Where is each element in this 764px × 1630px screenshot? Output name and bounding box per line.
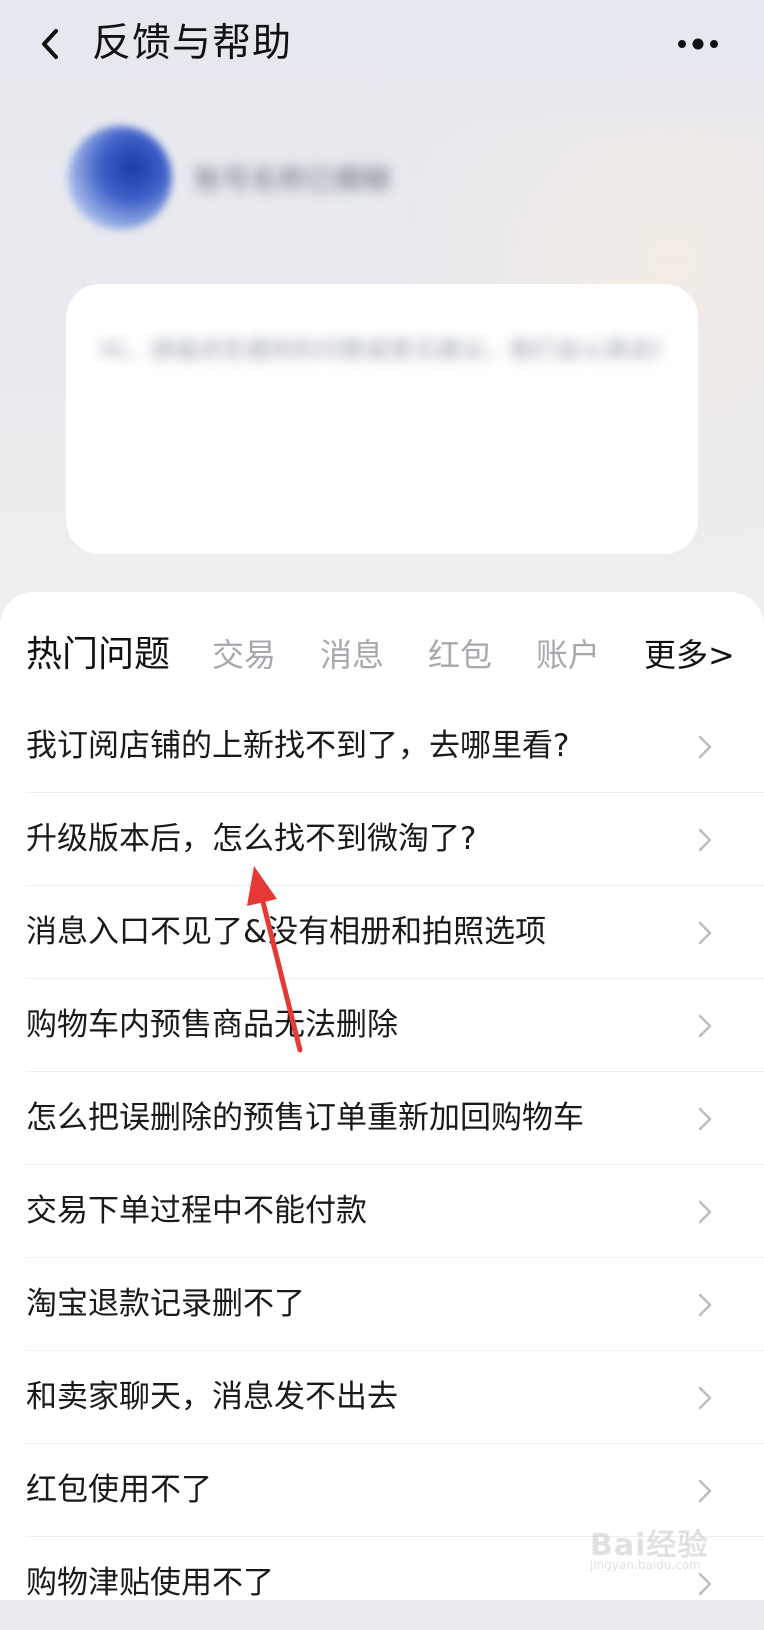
chevron-left-icon (42, 29, 58, 59)
more-options-button[interactable] (670, 26, 726, 62)
top-bar: 反馈与帮助 (0, 0, 764, 90)
list-item[interactable]: 怎么把误删除的预售订单重新加回购物车 (0, 1072, 764, 1165)
tab-red-packet[interactable]: 红包 (428, 620, 492, 690)
list-item[interactable]: 购物车内预售商品无法删除 (0, 979, 764, 1072)
chevron-right-icon (698, 1200, 712, 1224)
list-item[interactable]: 升级版本后，怎么找不到微淘了? (0, 793, 764, 886)
chevron-right-icon (698, 1014, 712, 1038)
avatar (68, 126, 172, 230)
question-text: 交易下单过程中不能付款 (26, 1193, 367, 1229)
question-text: 消息入口不见了&没有相册和拍照选项 (26, 914, 547, 950)
baidu-jingyan-watermark: Bai经验 jingyan.baidu.com (584, 1508, 754, 1578)
feedback-input-placeholder: Hi，请描述您遇到的问题或意见建议，我们会认真处理 (100, 336, 660, 364)
category-tabs: 热门问题 交易 消息 红包 账户 更多> (26, 620, 746, 690)
question-text: 我订阅店铺的上新找不到了，去哪里看? (26, 728, 570, 764)
tab-messages[interactable]: 消息 (320, 620, 384, 690)
tab-trade[interactable]: 交易 (212, 620, 276, 690)
feedback-input-card[interactable] (66, 284, 698, 554)
tab-more[interactable]: 更多> (644, 620, 735, 690)
chevron-right-icon (698, 1107, 712, 1131)
question-text: 红包使用不了 (26, 1472, 212, 1508)
more-dots-icon (678, 38, 718, 50)
page-title: 反馈与帮助 (92, 21, 293, 66)
chevron-right-icon (698, 1386, 712, 1410)
chevron-right-icon (698, 1479, 712, 1503)
back-button[interactable] (30, 22, 70, 66)
question-text: 购物车内预售商品无法删除 (26, 1007, 398, 1043)
list-item[interactable]: 淘宝退款记录删不了 (0, 1258, 764, 1351)
question-text: 淘宝退款记录删不了 (26, 1286, 305, 1322)
chevron-right-icon (698, 1293, 712, 1317)
list-item[interactable]: 交易下单过程中不能付款 (0, 1165, 764, 1258)
chevron-right-icon (698, 735, 712, 759)
question-text: 购物津贴使用不了 (26, 1565, 274, 1601)
question-text: 怎么把误删除的预售订单重新加回购物车 (26, 1100, 584, 1136)
list-item[interactable]: 消息入口不见了&没有相册和拍照选项 (0, 886, 764, 979)
tab-hot-questions[interactable]: 热门问题 (26, 620, 170, 690)
question-text: 升级版本后，怎么找不到微淘了? (26, 821, 477, 857)
watermark-url: jingyan.baidu.com (590, 1558, 701, 1572)
chevron-right-icon (698, 921, 712, 945)
chevron-right-icon (698, 828, 712, 852)
question-text: 和卖家聊天，消息发不出去 (26, 1379, 398, 1415)
list-item[interactable]: 和卖家聊天，消息发不出去 (0, 1351, 764, 1444)
username: 账号名称已模糊 (194, 163, 391, 196)
tab-account[interactable]: 账户 (536, 620, 600, 690)
list-item[interactable]: 我订阅店铺的上新找不到了，去哪里看? (0, 700, 764, 793)
